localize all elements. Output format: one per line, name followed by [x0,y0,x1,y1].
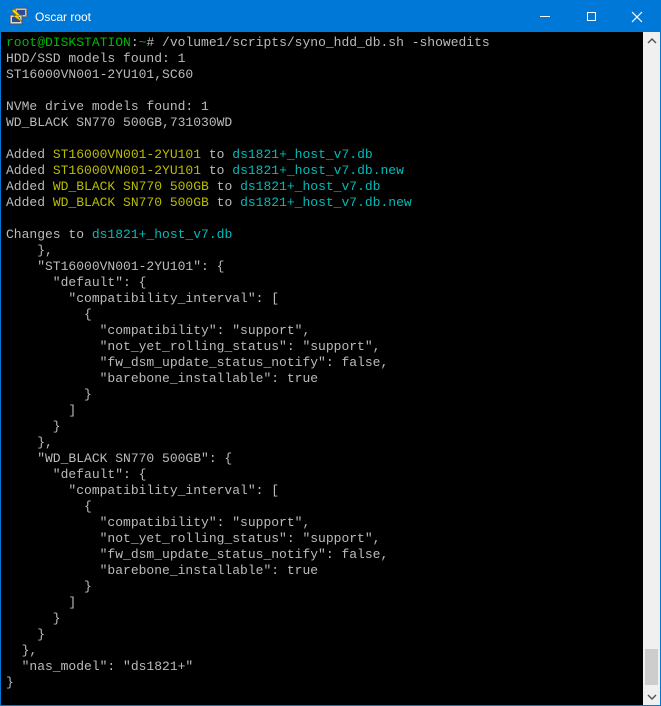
terminal-line: "compatibility": "support", [6,323,643,339]
close-button[interactable] [614,1,660,32]
terminal-line: { [6,499,643,515]
terminal-line: { [6,307,643,323]
terminal-line: "default": { [6,467,643,483]
window-content: root@DISKSTATION:~# /volume1/scripts/syn… [1,32,660,705]
title-bar[interactable]: Oscar root [1,1,660,32]
chevron-down-icon [647,694,657,700]
terminal-line: "WD_BLACK SN770 500GB": { [6,451,643,467]
scrollbar-thumb[interactable] [645,649,658,685]
terminal-line: "compatibility_interval": [ [6,483,643,499]
terminal-line: "fw_dsm_update_status_notify": false, [6,547,643,563]
terminal-line [6,83,643,99]
window-title: Oscar root [35,10,522,24]
minimize-button[interactable] [522,1,568,32]
terminal-line: } [6,611,643,627]
terminal-line: "nas_model": "ds1821+" [6,659,643,675]
terminal-line: Added WD_BLACK SN770 500GB to ds1821+_ho… [6,179,643,195]
vertical-scrollbar[interactable] [643,32,660,705]
terminal-line: "ST16000VN001-2YU101": { [6,259,643,275]
terminal-line: WD_BLACK SN770 500GB,731030WD [6,115,643,131]
terminal-line: Added WD_BLACK SN770 500GB to ds1821+_ho… [6,195,643,211]
terminal-line: NVMe drive models found: 1 [6,99,643,115]
terminal-output[interactable]: root@DISKSTATION:~# /volume1/scripts/syn… [1,32,643,705]
terminal-line: ] [6,403,643,419]
terminal-line: "barebone_installable": true [6,563,643,579]
terminal-line: "barebone_installable": true [6,371,643,387]
terminal-line: ] [6,595,643,611]
terminal-line: } [6,419,643,435]
chevron-up-icon [647,38,657,44]
terminal-line: Changes to ds1821+_host_v7.db [6,227,643,243]
terminal-line: } [6,627,643,643]
terminal-line [6,211,643,227]
terminal-line: root@DISKSTATION:~# /volume1/scripts/syn… [6,35,643,51]
terminal-line: }, [6,435,643,451]
maximize-icon [587,12,596,21]
terminal-line: "not_yet_rolling_status": "support", [6,531,643,547]
terminal-line: "fw_dsm_update_status_notify": false, [6,355,643,371]
terminal-line: }, [6,243,643,259]
terminal-line: }, [6,643,643,659]
putty-window: Oscar root root@DISKSTATION:~# /volume1/… [0,0,661,706]
terminal-line: ST16000VN001-2YU101,SC60 [6,67,643,83]
scroll-up-button[interactable] [643,32,660,49]
scroll-down-button[interactable] [643,688,660,705]
putty-icon[interactable] [9,7,28,26]
terminal-line: } [6,675,643,691]
close-icon [631,11,643,23]
terminal-line: "compatibility": "support", [6,515,643,531]
maximize-button[interactable] [568,1,614,32]
minimize-icon [540,16,550,17]
terminal-line: "not_yet_rolling_status": "support", [6,339,643,355]
terminal-line: HDD/SSD models found: 1 [6,51,643,67]
terminal-line: } [6,579,643,595]
terminal-line [6,131,643,147]
terminal-line: } [6,387,643,403]
terminal-line: Added ST16000VN001-2YU101 to ds1821+_hos… [6,147,643,163]
terminal-line: Added ST16000VN001-2YU101 to ds1821+_hos… [6,163,643,179]
terminal-line: "default": { [6,275,643,291]
terminal-line: "compatibility_interval": [ [6,291,643,307]
